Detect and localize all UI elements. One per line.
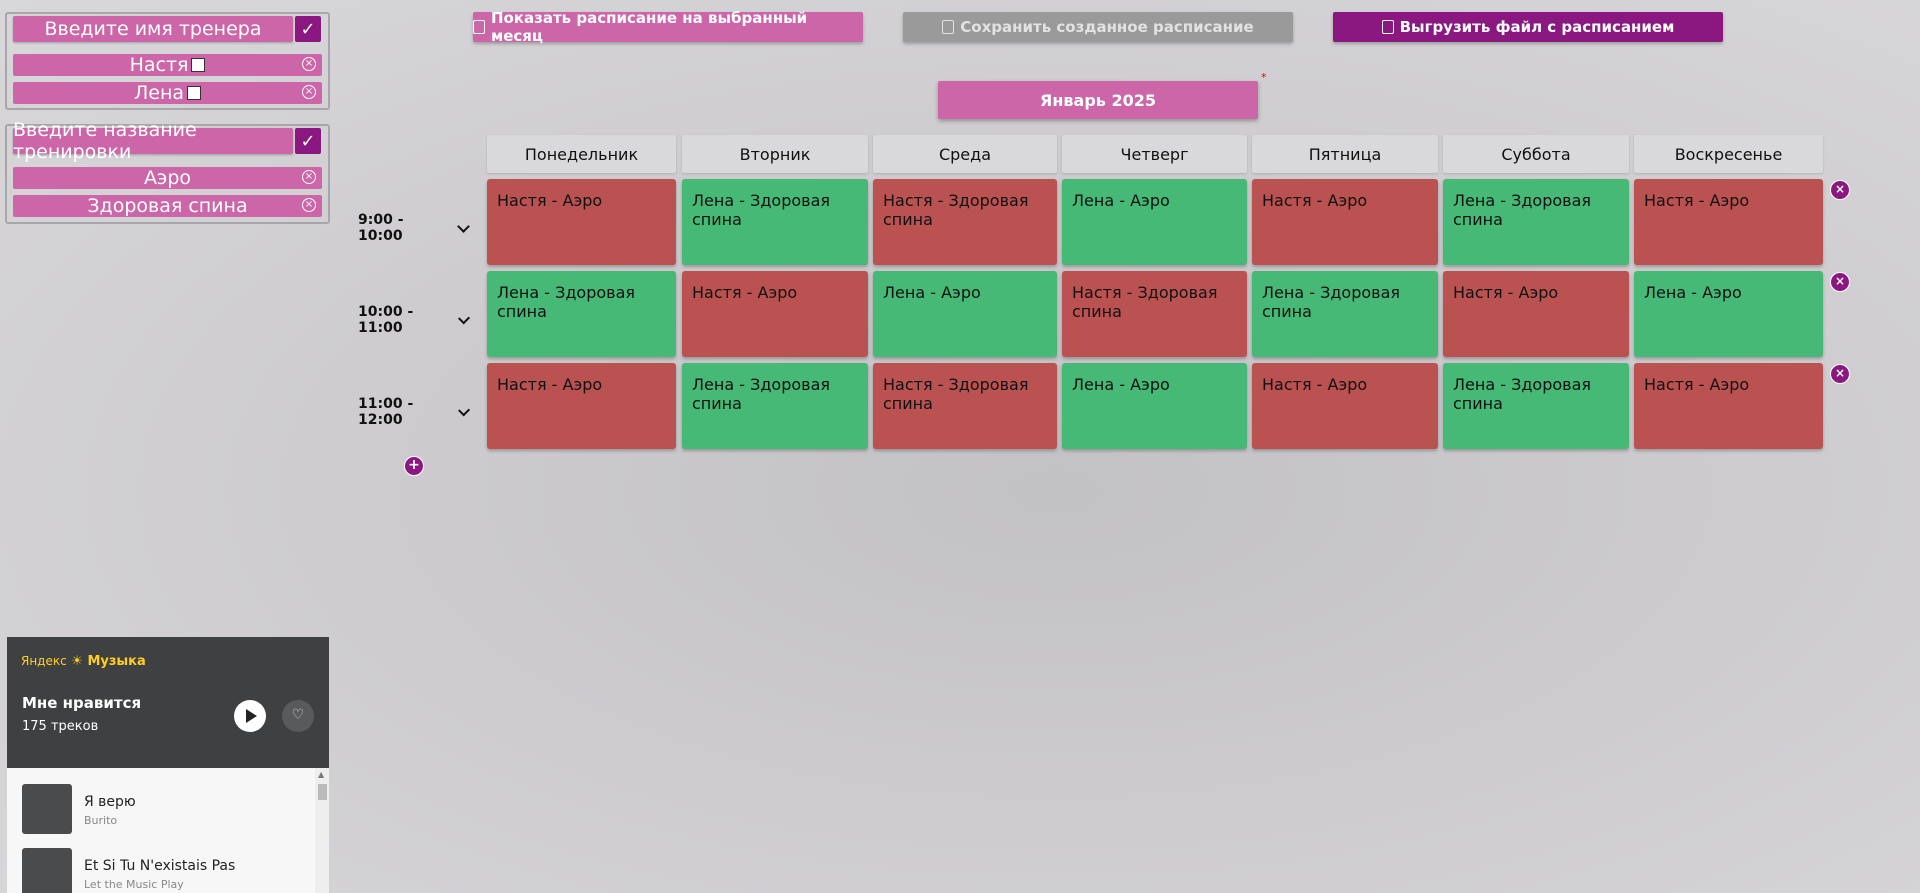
trainer-checkbox[interactable]	[187, 86, 202, 100]
schedule-cell[interactable]: Лена - Здоровая спина	[1443, 363, 1629, 449]
yandex-music-widget: Яндекс ☀ Музыка Мне нравится 175 треков …	[7, 637, 329, 893]
add-trainer-button[interactable]: ✓	[295, 16, 321, 42]
export-file-icon	[1381, 20, 1394, 34]
schedule-cell[interactable]: Настя - Здоровая спина	[873, 363, 1057, 449]
chevron-down-icon[interactable]	[457, 219, 470, 233]
schedule-cell[interactable]: Лена - Здоровая спина	[682, 179, 868, 265]
schedule-cell[interactable]: Лена - Аэро	[1062, 179, 1247, 265]
schedule-cell[interactable]: Лена - Здоровая спина	[487, 271, 676, 357]
add-workout-button[interactable]: ✓	[295, 128, 321, 154]
day-header: Вторник	[682, 135, 868, 173]
day-header: Понедельник	[487, 135, 676, 173]
chevron-down-icon[interactable]	[457, 311, 470, 325]
save-icon	[942, 20, 955, 34]
track-list-scrollbar[interactable]: ▲	[315, 768, 329, 893]
track-item[interactable]: Я верю Burito	[22, 784, 302, 836]
track-title: Я верю	[84, 794, 136, 810]
export-schedule-button[interactable]: Выгрузить файл с расписанием	[1333, 12, 1723, 42]
schedule-cell[interactable]: Лена - Здоровая спина	[1443, 179, 1629, 265]
schedule-cell[interactable]: Настя - Аэро	[1252, 179, 1438, 265]
playlist-title[interactable]: Мне нравится	[22, 694, 141, 712]
remove-trainer-icon[interactable]: ×	[302, 85, 316, 99]
trainer-item[interactable]: Настя ×	[13, 54, 322, 76]
time-slot-label: 10:00 - 11:00	[358, 304, 414, 336]
remove-workout-icon[interactable]: ×	[302, 198, 316, 212]
schedule-cell[interactable]: Настя - Аэро	[1252, 363, 1438, 449]
schedule-cell[interactable]: Настя - Здоровая спина	[1062, 271, 1247, 357]
schedule-cell[interactable]: Настя - Аэро	[487, 179, 676, 265]
day-header: Суббота	[1443, 135, 1629, 173]
day-header: Пятница	[1252, 135, 1438, 173]
workout-label: Аэро	[143, 167, 192, 189]
workout-item[interactable]: Здоровая спина ×	[13, 195, 322, 217]
heart-icon[interactable]: ♡	[282, 700, 314, 732]
month-selector[interactable]: Январь 2025	[938, 81, 1258, 119]
scroll-up-icon[interactable]: ▲	[318, 770, 324, 779]
remove-row-icon[interactable]: ×	[1830, 364, 1850, 384]
track-title: Et Si Tu N'existais Pas	[84, 858, 236, 874]
show-schedule-button[interactable]: Показать расписание на выбранный месяц	[473, 9, 863, 45]
track-cover	[22, 784, 72, 834]
trainer-label: Настя	[129, 54, 189, 76]
workouts-panel: Введите название тренировки ✓ Аэро × Здо…	[5, 119, 330, 224]
add-time-slot-icon[interactable]: +	[404, 456, 424, 476]
trainers-panel: Введите имя тренера ✓ Настя × Лена ×	[5, 12, 330, 110]
schedule-cell[interactable]: Настя - Аэро	[1634, 179, 1823, 265]
trainer-name-input[interactable]: Введите имя тренера	[13, 16, 293, 42]
save-schedule-button[interactable]: Сохранить созданное расписание	[903, 12, 1293, 42]
time-slot-selector[interactable]: 11:00 - 12:00	[358, 396, 470, 428]
yandex-music-logo[interactable]: Яндекс ☀ Музыка	[21, 654, 146, 669]
save-schedule-label: Сохранить созданное расписание	[960, 18, 1254, 36]
remove-workout-icon[interactable]: ×	[302, 170, 316, 184]
remove-trainer-icon[interactable]: ×	[302, 57, 316, 71]
time-slot-label: 9:00 - 10:00	[358, 212, 404, 244]
schedule-cell[interactable]: Лена - Аэро	[1062, 363, 1247, 449]
export-schedule-label: Выгрузить файл с расписанием	[1399, 18, 1675, 36]
track-list: Я верю Burito Et Si Tu N'existais Pas Le…	[7, 768, 329, 893]
brand-left: Яндекс	[21, 654, 67, 668]
music-header: Яндекс ☀ Музыка Мне нравится 175 треков …	[7, 637, 329, 768]
day-header: Воскресенье	[1634, 135, 1823, 173]
time-slot-selector[interactable]: 10:00 - 11:00	[358, 304, 470, 336]
track-artist: Burito	[84, 814, 118, 827]
play-icon[interactable]	[234, 700, 266, 732]
trainer-item[interactable]: Лена ×	[13, 82, 322, 104]
schedule-cell[interactable]: Настя - Аэро	[682, 271, 868, 357]
schedule-cell[interactable]: Лена - Аэро	[1634, 271, 1823, 357]
remove-row-icon[interactable]: ×	[1830, 180, 1850, 200]
sun-icon: ☀	[71, 654, 83, 669]
schedule-cell[interactable]: Лена - Здоровая спина	[1252, 271, 1438, 357]
day-header: Среда	[873, 135, 1057, 173]
remove-row-icon[interactable]: ×	[1830, 272, 1850, 292]
workout-label: Здоровая спина	[87, 195, 248, 217]
time-slot-label: 11:00 - 12:00	[358, 396, 414, 428]
scroll-thumb[interactable]	[318, 784, 327, 800]
schedule-cell[interactable]: Настя - Аэро	[1634, 363, 1823, 449]
schedule-cell[interactable]: Лена - Здоровая спина	[682, 363, 868, 449]
day-header: Четверг	[1062, 135, 1247, 173]
show-schedule-label: Показать расписание на выбранный месяц	[490, 9, 808, 45]
schedule-cell[interactable]: Лена - Аэро	[873, 271, 1057, 357]
track-artist: Let the Music Play	[84, 878, 184, 891]
calendar-icon	[473, 20, 485, 34]
chevron-down-icon[interactable]	[457, 403, 470, 417]
schedule-cell[interactable]: Настя - Аэро	[1443, 271, 1629, 357]
track-count: 175 треков	[22, 719, 99, 734]
track-item[interactable]: Et Si Tu N'existais Pas Let the Music Pl…	[22, 848, 302, 893]
brand-right: Музыка	[87, 654, 146, 669]
schedule-cell[interactable]: Настя - Здоровая спина	[873, 179, 1057, 265]
workout-name-input[interactable]: Введите название тренировки	[13, 119, 293, 163]
trainer-label: Лена	[133, 82, 185, 104]
schedule-cell[interactable]: Настя - Аэро	[487, 363, 676, 449]
workout-item[interactable]: Аэро ×	[13, 167, 322, 189]
trainer-checkbox[interactable]	[191, 58, 206, 72]
track-cover	[22, 848, 72, 893]
time-slot-selector[interactable]: 9:00 - 10:00	[358, 212, 470, 244]
required-mark: *	[1261, 71, 1267, 84]
